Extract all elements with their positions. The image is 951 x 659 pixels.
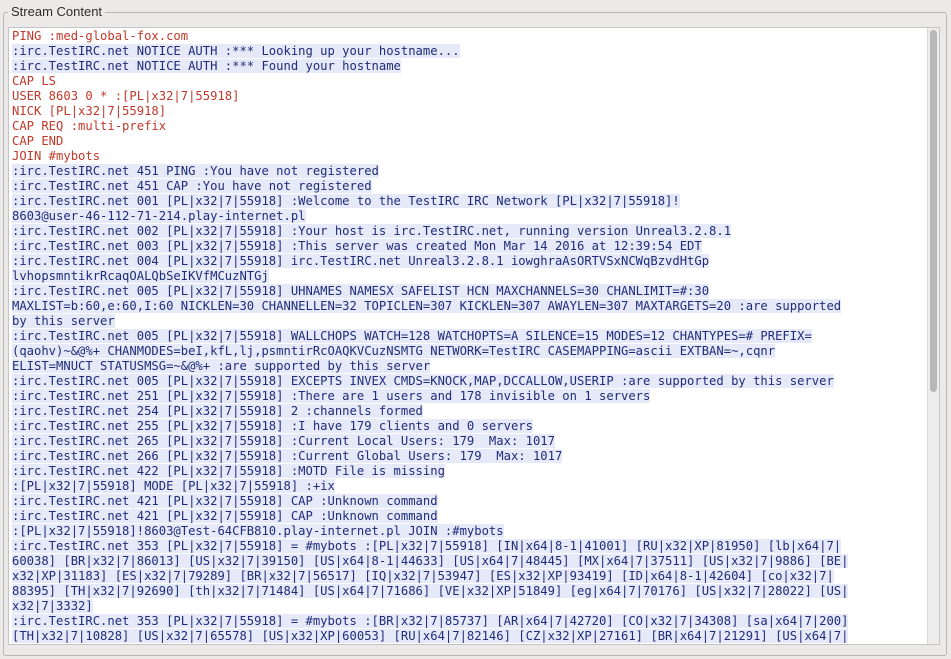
line-text: CAP LS <box>12 74 57 88</box>
line-text: :irc.TestIRC.net 004 [PL|x32|7|55918] ir… <box>12 254 710 283</box>
line-text: :[PL|x32|7|55918] MODE [PL|x32|7|55918] … <box>12 479 335 493</box>
server-line: :irc.TestIRC.net 265 [PL|x32|7|55918] :C… <box>12 434 924 449</box>
server-line: :irc.TestIRC.net 421 [PL|x32|7|55918] CA… <box>12 509 924 524</box>
server-line: :irc.TestIRC.net 421 [PL|x32|7|55918] CA… <box>12 494 924 509</box>
line-text: :irc.TestIRC.net 002 [PL|x32|7|55918] :Y… <box>12 224 732 238</box>
line-text: :irc.TestIRC.net 421 [PL|x32|7|55918] CA… <box>12 494 438 508</box>
client-line: PING :med-global-fox.com <box>12 29 924 44</box>
line-text: :irc.TestIRC.net 265 [PL|x32|7|55918] :C… <box>12 434 555 448</box>
stream-content-area[interactable]: PING :med-global-fox.com:irc.TestIRC.net… <box>8 27 940 645</box>
client-line: NICK [PL|x32|7|55918] <box>12 104 924 119</box>
server-line: :irc.TestIRC.net 001 [PL|x32|7|55918] :W… <box>12 194 924 224</box>
server-line: :irc.TestIRC.net 266 [PL|x32|7|55918] :C… <box>12 449 924 464</box>
line-text: :[PL|x32|7|55918]!8603@Test-64CFB810.pla… <box>12 524 504 538</box>
server-line: :irc.TestIRC.net 005 [PL|x32|7|55918] EX… <box>12 374 924 389</box>
line-text: :irc.TestIRC.net 005 [PL|x32|7|55918] EX… <box>12 374 834 388</box>
server-line: :irc.TestIRC.net NOTICE AUTH :*** Found … <box>12 59 924 74</box>
line-text: :irc.TestIRC.net 451 PING :You have not … <box>12 164 379 178</box>
server-line: :irc.TestIRC.net 003 [PL|x32|7|55918] :T… <box>12 239 924 254</box>
line-text: :irc.TestIRC.net 254 [PL|x32|7|55918] 2 … <box>12 404 423 418</box>
line-text: :irc.TestIRC.net 001 [PL|x32|7|55918] :W… <box>12 194 680 223</box>
vertical-scrollbar[interactable] <box>927 28 939 644</box>
server-line: :irc.TestIRC.net 451 CAP :You have not r… <box>12 179 924 194</box>
server-line: :irc.TestIRC.net 004 [PL|x32|7|55918] ir… <box>12 254 924 284</box>
server-line: :irc.TestIRC.net 251 [PL|x32|7|55918] :T… <box>12 389 924 404</box>
server-line: :irc.TestIRC.net 353 [PL|x32|7|55918] = … <box>12 539 924 614</box>
server-line: :irc.TestIRC.net 451 PING :You have not … <box>12 164 924 179</box>
line-text: :irc.TestIRC.net 005 [PL|x32|7|55918] UH… <box>12 284 842 328</box>
client-line: JOIN #mybots <box>12 149 924 164</box>
client-line: USER 8603 0 * :[PL|x32|7|55918] <box>12 89 924 104</box>
line-text: :irc.TestIRC.net 422 [PL|x32|7|55918] :M… <box>12 464 445 478</box>
line-text: :irc.TestIRC.net 451 CAP :You have not r… <box>12 179 372 193</box>
line-text: JOIN #mybots <box>12 149 101 163</box>
line-text: :irc.TestIRC.net 003 [PL|x32|7|55918] :T… <box>12 239 702 253</box>
client-line: CAP END <box>12 134 924 149</box>
line-text: :irc.TestIRC.net NOTICE AUTH :*** Lookin… <box>12 44 460 58</box>
panel-title: Stream Content <box>8 4 106 20</box>
line-text: :irc.TestIRC.net 251 [PL|x32|7|55918] :T… <box>12 389 651 403</box>
server-line: :irc.TestIRC.net 254 [PL|x32|7|55918] 2 … <box>12 404 924 419</box>
line-text: :irc.TestIRC.net NOTICE AUTH :*** Found … <box>12 59 401 73</box>
line-text: CAP REQ :multi-prefix <box>12 119 167 133</box>
client-line: CAP REQ :multi-prefix <box>12 119 924 134</box>
scrollbar-thumb[interactable] <box>930 30 937 392</box>
server-line: :[PL|x32|7|55918]!8603@Test-64CFB810.pla… <box>12 524 924 539</box>
stream-lines: PING :med-global-fox.com:irc.TestIRC.net… <box>12 29 924 644</box>
server-line: :irc.TestIRC.net 255 [PL|x32|7|55918] :I… <box>12 419 924 434</box>
line-text: :irc.TestIRC.net 421 [PL|x32|7|55918] CA… <box>12 509 438 523</box>
server-line: :irc.TestIRC.net 005 [PL|x32|7|55918] UH… <box>12 284 924 329</box>
line-text: :irc.TestIRC.net 005 [PL|x32|7|55918] WA… <box>12 329 812 373</box>
line-text: USER 8603 0 * :[PL|x32|7|55918] <box>12 89 240 103</box>
line-text: NICK [PL|x32|7|55918] <box>12 104 167 118</box>
server-line: :irc.TestIRC.net 002 [PL|x32|7|55918] :Y… <box>12 224 924 239</box>
line-text: :irc.TestIRC.net 255 [PL|x32|7|55918] :I… <box>12 419 533 433</box>
server-line: :irc.TestIRC.net 005 [PL|x32|7|55918] WA… <box>12 329 924 374</box>
server-line: :irc.TestIRC.net 353 [PL|x32|7|55918] = … <box>12 614 924 644</box>
line-text: PING :med-global-fox.com <box>12 29 189 43</box>
line-text: CAP END <box>12 134 64 148</box>
server-line: :[PL|x32|7|55918] MODE [PL|x32|7|55918] … <box>12 479 924 494</box>
server-line: :irc.TestIRC.net 422 [PL|x32|7|55918] :M… <box>12 464 924 479</box>
client-line: CAP LS <box>12 74 924 89</box>
line-text: :irc.TestIRC.net 266 [PL|x32|7|55918] :C… <box>12 449 563 463</box>
line-text: :irc.TestIRC.net 353 [PL|x32|7|55918] = … <box>12 614 849 644</box>
line-text: :irc.TestIRC.net 353 [PL|x32|7|55918] = … <box>12 539 849 613</box>
server-line: :irc.TestIRC.net NOTICE AUTH :*** Lookin… <box>12 44 924 59</box>
